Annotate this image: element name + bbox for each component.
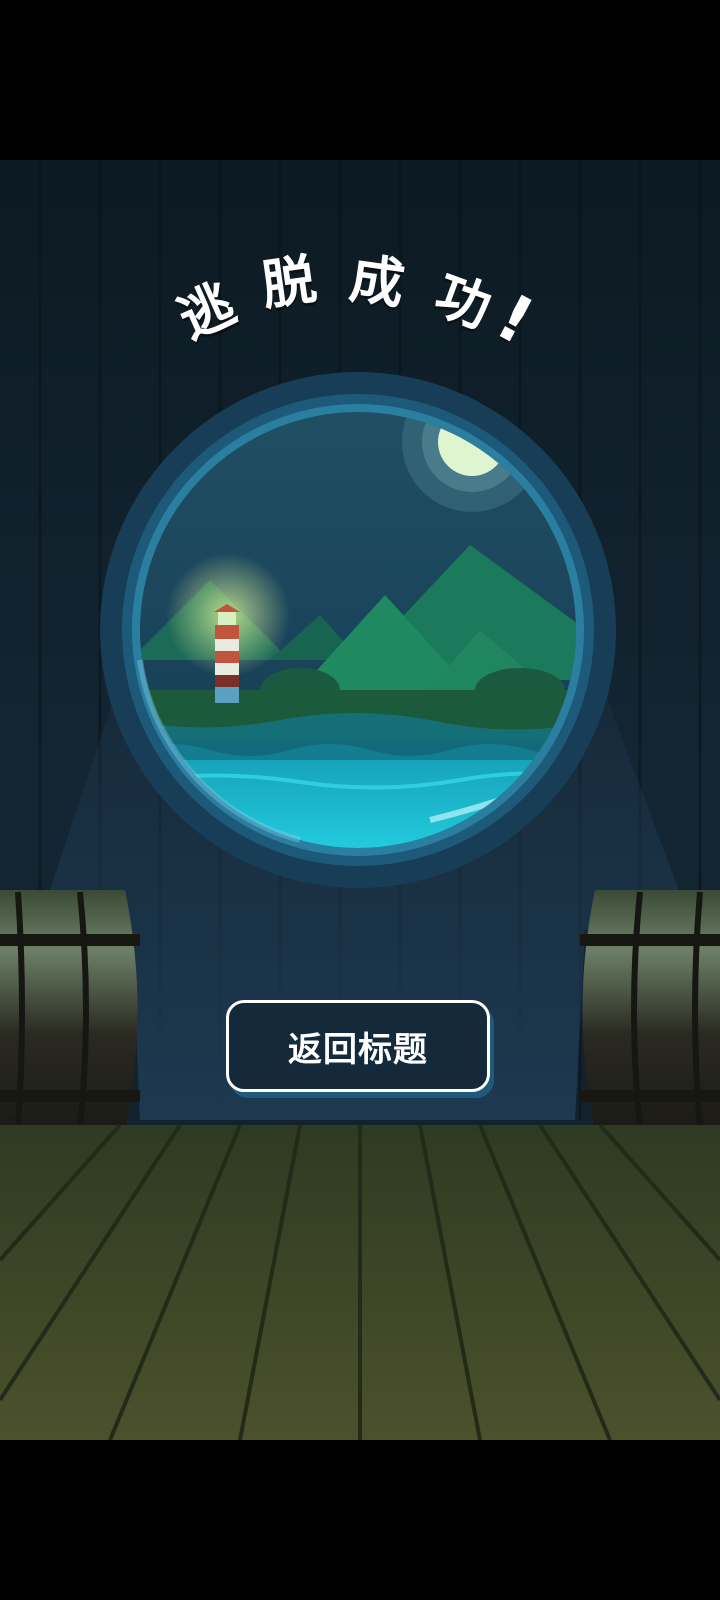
return-to-title-button[interactable]: 返回标题 bbox=[226, 1000, 490, 1092]
scene-illustration bbox=[0, 160, 720, 1440]
barrel-right-graphic bbox=[580, 890, 720, 1130]
title-char-2: 脱 bbox=[257, 247, 321, 318]
title-char-3: 成 bbox=[345, 246, 409, 317]
game-scene: 逃 脱 成 功 ! 返回标题 bbox=[0, 160, 720, 1440]
phone-screen: 逃 脱 成 功 ! 返回标题 bbox=[0, 0, 720, 1600]
barrel-left-graphic bbox=[0, 890, 140, 1130]
return-to-title-label: 返回标题 bbox=[288, 1029, 428, 1070]
